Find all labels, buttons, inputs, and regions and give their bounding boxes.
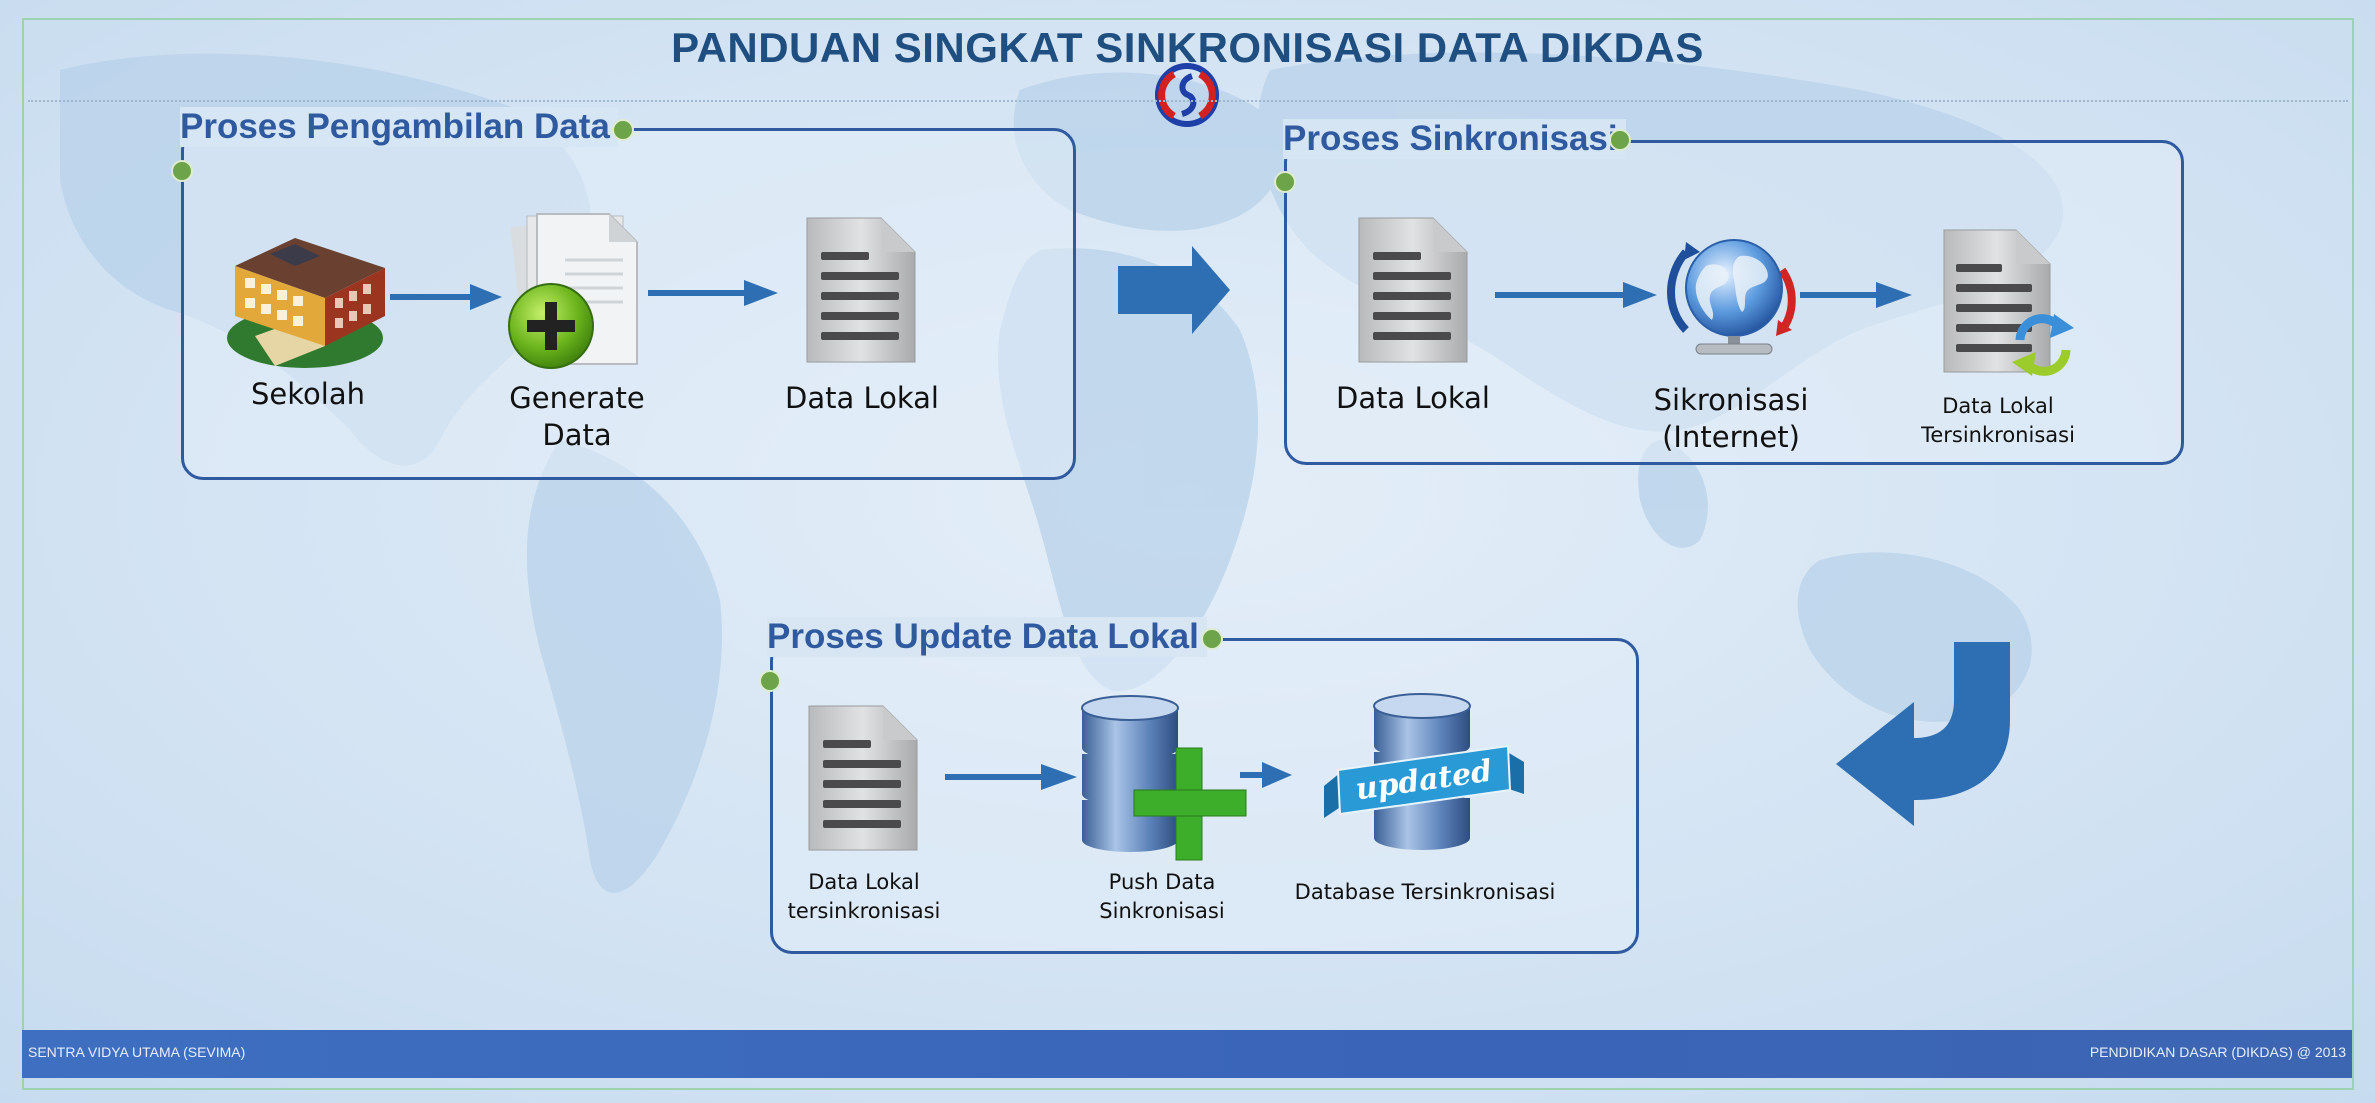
label-tersinkron-line2: Tersinkronisasi	[1921, 423, 2075, 447]
globe-network-icon	[1667, 239, 1796, 355]
label-database-tersinkron: Database Tersinkronisasi	[1294, 880, 1556, 904]
section-sinkronisasi-dot-right	[1609, 129, 1631, 151]
footer-bar: SENTRA VIDYA UTAMA (SEVIMA) PENDIDIKAN D…	[22, 1030, 2352, 1078]
footer-right-text: PENDIDIKAN DASAR (DIKDAS) @ 2013	[2089, 1044, 2346, 1060]
section-pengambilan-dot-left	[171, 160, 193, 182]
flow-arrow-icon	[648, 280, 778, 306]
document-icon	[808, 705, 918, 851]
label-data-lokal-2: Data Lokal	[1336, 381, 1490, 415]
database-add-icon	[1081, 695, 1247, 861]
database-updated-icon: updated	[1324, 693, 1524, 850]
label-generate-data: Generate Data	[496, 380, 658, 454]
label-sekolah: Sekolah	[251, 377, 365, 411]
section-connector-arrow-icon	[1118, 246, 1230, 334]
label-push-line2: Sinkronisasi	[1099, 899, 1225, 923]
section-update-dot-left	[759, 670, 781, 692]
flow-arrow-icon	[1240, 762, 1292, 788]
label-sikronisasi-line2: (Internet)	[1662, 420, 1800, 454]
label-push-line1: Push Data	[1108, 870, 1216, 894]
label-sikronisasi-line1: Sikronisasi	[1653, 383, 1809, 417]
footer-left-text: SENTRA VIDYA UTAMA (SEVIMA)	[28, 1044, 246, 1060]
generate-data-icon	[508, 213, 638, 369]
label-data-lokal-1: Data Lokal	[785, 381, 939, 415]
synced-document-icon	[1943, 229, 2074, 376]
label-data-lokal-update: Data Lokal tersinkronisasi	[772, 868, 956, 926]
label-generate-line2: Data	[542, 418, 612, 452]
school-building-icon	[227, 238, 385, 368]
section-sinkronisasi-title: Proses Sinkronisasi	[1283, 119, 1626, 159]
section-update-title: Proses Update Data Lokal	[767, 617, 1207, 657]
label-push-data: Push Data Sinkronisasi	[1080, 868, 1244, 926]
flow-arrow-icon	[1800, 282, 1912, 308]
label-update-data-line2: tersinkronisasi	[787, 899, 941, 923]
flow-arrow-icon	[390, 284, 502, 310]
label-update-data-line1: Data Lokal	[808, 870, 920, 894]
title-divider	[28, 100, 2348, 102]
section-pengambilan-title: Proses Pengambilan Data	[180, 107, 618, 147]
return-arrow-icon	[1836, 642, 2010, 826]
label-generate-line1: Generate	[509, 381, 645, 415]
document-icon	[806, 217, 916, 363]
guide-canvas: PANDUAN SINGKAT SINKRONISASI DATA DIKDAS…	[0, 0, 2375, 1103]
section-sinkronisasi-dot-left	[1274, 171, 1296, 193]
document-icon	[1358, 217, 1468, 363]
label-tersinkron-line1: Data Lokal	[1942, 394, 2054, 418]
flow-arrow-icon	[1495, 282, 1657, 308]
flow-arrow-icon	[945, 764, 1077, 790]
label-sikronisasi: Sikronisasi (Internet)	[1640, 382, 1822, 456]
sevima-logo-icon	[1155, 63, 1219, 127]
section-update-dot-right	[1201, 628, 1223, 650]
section-pengambilan-dot-right	[612, 119, 634, 141]
label-data-lokal-tersinkron: Data Lokal Tersinkronisasi	[1906, 392, 2090, 450]
